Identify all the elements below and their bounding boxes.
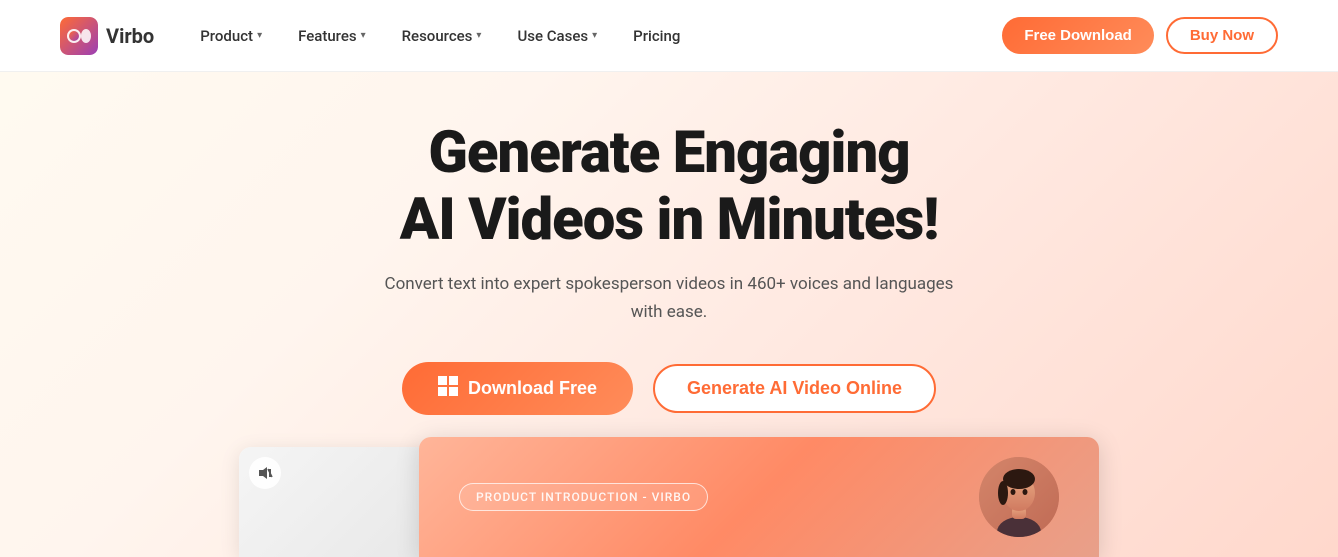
preview-left-card: [239, 447, 429, 557]
chevron-down-icon: ▾: [592, 30, 597, 41]
chevron-down-icon: ▾: [361, 30, 366, 41]
product-intro-badge: PRODUCT INTRODUCTION - VIRBO: [459, 483, 708, 511]
windows-icon: [438, 376, 458, 401]
generate-online-button[interactable]: Generate AI Video Online: [653, 364, 936, 413]
avatar: [979, 457, 1059, 537]
chevron-down-icon: ▾: [257, 30, 262, 41]
mute-icon: [249, 457, 281, 489]
hero-section: Generate Engaging AI Videos in Minutes! …: [0, 72, 1338, 557]
hero-title: Generate Engaging AI Videos in Minutes!: [400, 120, 938, 253]
nav-item-use-cases[interactable]: Use Cases ▾: [503, 19, 611, 53]
navbar: Virbo Product ▾ Features ▾ Resources ▾ U…: [0, 0, 1338, 72]
hero-subtitle: Convert text into expert spokesperson vi…: [369, 271, 969, 325]
download-free-button[interactable]: Download Free: [402, 362, 633, 415]
chevron-down-icon: ▾: [476, 30, 481, 41]
logo-text: Virbo: [106, 24, 154, 48]
nav-actions: Free Download Buy Now: [1002, 17, 1278, 54]
nav-links: Product ▾ Features ▾ Resources ▾ Use Cas…: [186, 19, 1002, 53]
buy-now-button[interactable]: Buy Now: [1166, 17, 1278, 54]
nav-item-resources[interactable]: Resources ▾: [388, 19, 496, 53]
logo-link[interactable]: Virbo: [60, 17, 154, 55]
logo-icon: [60, 17, 98, 55]
nav-item-pricing[interactable]: Pricing: [619, 19, 694, 53]
free-download-button[interactable]: Free Download: [1002, 17, 1154, 54]
nav-item-features[interactable]: Features ▾: [284, 19, 380, 53]
nav-item-product[interactable]: Product ▾: [186, 19, 276, 53]
preview-main-card: PRODUCT INTRODUCTION - VIRBO: [419, 437, 1099, 557]
avatar-area: [979, 457, 1059, 537]
hero-preview: PRODUCT INTRODUCTION - VIRBO: [0, 427, 1338, 557]
hero-buttons: Download Free Generate AI Video Online: [402, 362, 936, 415]
